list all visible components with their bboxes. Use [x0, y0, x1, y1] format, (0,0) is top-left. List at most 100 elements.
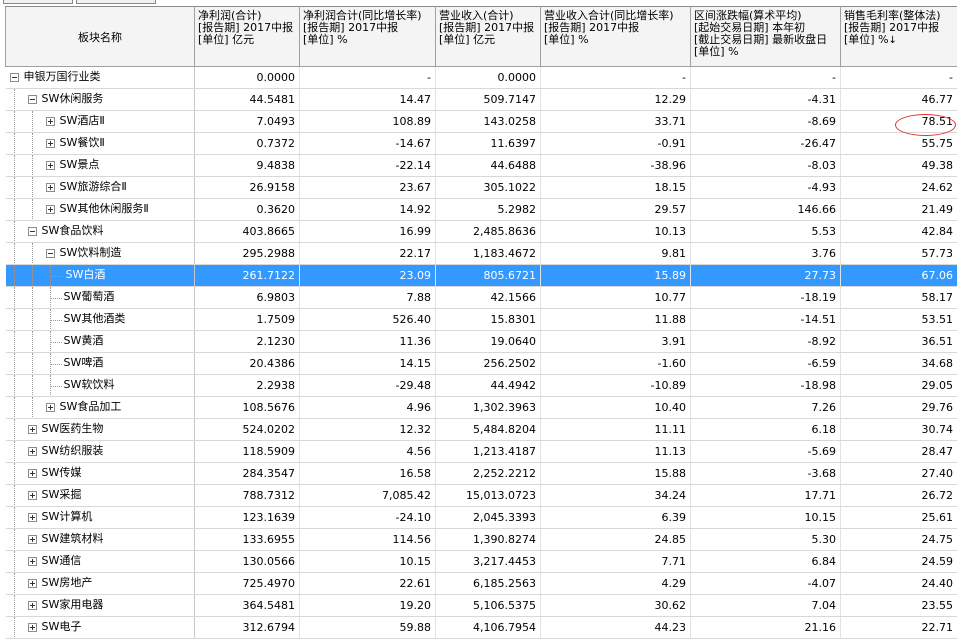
value-cell[interactable]: 21.16: [690, 616, 841, 639]
value-cell[interactable]: 11.11: [540, 418, 691, 441]
value-cell[interactable]: 57.73: [840, 242, 957, 265]
table-row[interactable]: SW医药生物 524.0202 12.32 5,484.8204 11.11 6.18 30…: [5, 418, 957, 441]
value-cell[interactable]: 6.84: [690, 550, 841, 573]
table-row[interactable]: SW饮料制造 295.2988 22.17 1,183.4672 9.81 3.76 57.…: [5, 242, 957, 265]
value-cell[interactable]: 22.71: [840, 616, 957, 639]
value-cell[interactable]: 23.67: [299, 176, 436, 199]
column-header-price-change[interactable]: 区间涨跌幅(算术平均) [起始交易日期] 本年初 [截止交易日期] 最新收盘日 …: [690, 6, 841, 67]
value-cell[interactable]: 10.77: [540, 286, 691, 309]
tree-cell[interactable]: SW食品加工: [5, 396, 195, 419]
value-cell[interactable]: 11.6397: [435, 132, 541, 155]
value-cell[interactable]: 44.5481: [194, 88, 300, 111]
value-cell[interactable]: 24.85: [540, 528, 691, 551]
value-cell[interactable]: 10.40: [540, 396, 691, 419]
value-cell[interactable]: 295.2988: [194, 242, 300, 265]
value-cell[interactable]: 36.51: [840, 330, 957, 353]
tree-cell[interactable]: SW酒店Ⅱ: [5, 110, 195, 133]
value-cell[interactable]: -29.48: [299, 374, 436, 397]
value-cell[interactable]: 4.96: [299, 396, 436, 419]
table-row[interactable]: SW食品饮料 403.8665 16.99 2,485.8636 10.13 5.53 42…: [5, 220, 957, 243]
value-cell[interactable]: -26.47: [690, 132, 841, 155]
value-cell[interactable]: 12.29: [540, 88, 691, 111]
collapse-icon[interactable]: [45, 249, 55, 258]
value-cell[interactable]: 14.15: [299, 352, 436, 375]
value-cell[interactable]: -6.59: [690, 352, 841, 375]
column-header-revenue-yoy[interactable]: 营业收入合计(同比增长率) [报告期] 2017中报 [单位] %: [540, 6, 691, 67]
table-row[interactable]: SW啤酒 20.4386 14.15 256.2502 -1.60 -6.59 34.68: [5, 352, 957, 375]
value-cell[interactable]: -4.31: [690, 88, 841, 111]
table-row[interactable]: SW纺织服装 118.5909 4.56 1,213.4187 11.13 -5.69 28…: [5, 440, 957, 463]
tree-cell[interactable]: SW家用电器: [5, 594, 195, 617]
table-row[interactable]: SW家用电器 364.5481 19.20 5,106.5375 30.62 7.04 23…: [5, 594, 957, 617]
value-cell[interactable]: -10.89: [540, 374, 691, 397]
tree-cell[interactable]: SW休闲服务: [5, 88, 195, 111]
value-cell[interactable]: 21.49: [840, 198, 957, 221]
value-cell[interactable]: 14.92: [299, 198, 436, 221]
value-cell[interactable]: 27.73: [690, 264, 841, 287]
collapse-icon[interactable]: [27, 227, 37, 236]
value-cell[interactable]: 2,252.2212: [435, 462, 541, 485]
value-cell[interactable]: 42.1566: [435, 286, 541, 309]
value-cell[interactable]: 403.8665: [194, 220, 300, 243]
table-row[interactable]: SW其他休闲服务Ⅱ 0.3620 14.92 5.2982 29.57 146.66 21.…: [5, 198, 957, 221]
value-cell[interactable]: 7,085.42: [299, 484, 436, 507]
table-row[interactable]: SW软饮料 2.2938 -29.48 44.4942 -10.89 -18.98 29.0…: [5, 374, 957, 397]
value-cell[interactable]: 15.88: [540, 462, 691, 485]
value-cell[interactable]: 3.91: [540, 330, 691, 353]
value-cell[interactable]: 305.1022: [435, 176, 541, 199]
tree-cell[interactable]: SW计算机: [5, 506, 195, 529]
value-cell[interactable]: 44.4942: [435, 374, 541, 397]
value-cell[interactable]: -8.03: [690, 154, 841, 177]
column-header-sector-name[interactable]: 板块名称: [5, 6, 195, 67]
expand-icon[interactable]: [27, 535, 37, 544]
table-row[interactable]: SW旅游综合Ⅱ 26.9158 23.67 305.1022 18.15 -4.93 24.…: [5, 176, 957, 199]
value-cell[interactable]: -8.92: [690, 330, 841, 353]
value-cell[interactable]: 78.51: [840, 110, 957, 133]
collapse-icon[interactable]: [9, 73, 19, 82]
value-cell[interactable]: 23.55: [840, 594, 957, 617]
value-cell[interactable]: 788.7312: [194, 484, 300, 507]
value-cell[interactable]: 7.88: [299, 286, 436, 309]
tree-cell[interactable]: SW餐饮Ⅱ: [5, 132, 195, 155]
value-cell[interactable]: 15.89: [540, 264, 691, 287]
table-row[interactable]: 申银万国行业类 0.0000 - 0.0000 - - -: [5, 66, 957, 89]
value-cell[interactable]: 123.1639: [194, 506, 300, 529]
tab-stub[interactable]: [76, 0, 156, 4]
value-cell[interactable]: 2,485.8636: [435, 220, 541, 243]
tree-cell[interactable]: SW传媒: [5, 462, 195, 485]
value-cell[interactable]: 19.0640: [435, 330, 541, 353]
value-cell[interactable]: 3.76: [690, 242, 841, 265]
value-cell[interactable]: 1.7509: [194, 308, 300, 331]
value-cell[interactable]: 26.72: [840, 484, 957, 507]
value-cell[interactable]: 11.88: [540, 308, 691, 331]
value-cell[interactable]: 27.40: [840, 462, 957, 485]
value-cell[interactable]: 17.71: [690, 484, 841, 507]
sort-down-arrow-icon[interactable]: ↓: [889, 35, 897, 46]
tree-cell[interactable]: SW其他休闲服务Ⅱ: [5, 198, 195, 221]
value-cell[interactable]: 22.61: [299, 572, 436, 595]
value-cell[interactable]: 524.0202: [194, 418, 300, 441]
table-row[interactable]: SW酒店Ⅱ 7.0493 108.89 143.0258 33.71 -8.69 78.51: [5, 110, 957, 133]
value-cell[interactable]: 0.3620: [194, 198, 300, 221]
value-cell[interactable]: 0.0000: [435, 66, 541, 89]
value-cell[interactable]: 725.4970: [194, 572, 300, 595]
value-cell[interactable]: 6.9803: [194, 286, 300, 309]
value-cell[interactable]: -18.19: [690, 286, 841, 309]
value-cell[interactable]: -: [540, 66, 691, 89]
value-cell[interactable]: 364.5481: [194, 594, 300, 617]
value-cell[interactable]: -3.68: [690, 462, 841, 485]
value-cell[interactable]: -1.60: [540, 352, 691, 375]
value-cell[interactable]: 133.6955: [194, 528, 300, 551]
value-cell[interactable]: 7.0493: [194, 110, 300, 133]
value-cell[interactable]: 24.62: [840, 176, 957, 199]
expand-icon[interactable]: [27, 579, 37, 588]
value-cell[interactable]: 44.6488: [435, 154, 541, 177]
collapse-icon[interactable]: [27, 95, 37, 104]
value-cell[interactable]: 29.57: [540, 198, 691, 221]
value-cell[interactable]: 4.56: [299, 440, 436, 463]
value-cell[interactable]: -38.96: [540, 154, 691, 177]
value-cell[interactable]: 16.58: [299, 462, 436, 485]
column-header-net-profit-yoy[interactable]: 净利润合计(同比增长率) [报告期] 2017中报 [单位] %: [299, 6, 436, 67]
value-cell[interactable]: 20.4386: [194, 352, 300, 375]
value-cell[interactable]: 29.05: [840, 374, 957, 397]
